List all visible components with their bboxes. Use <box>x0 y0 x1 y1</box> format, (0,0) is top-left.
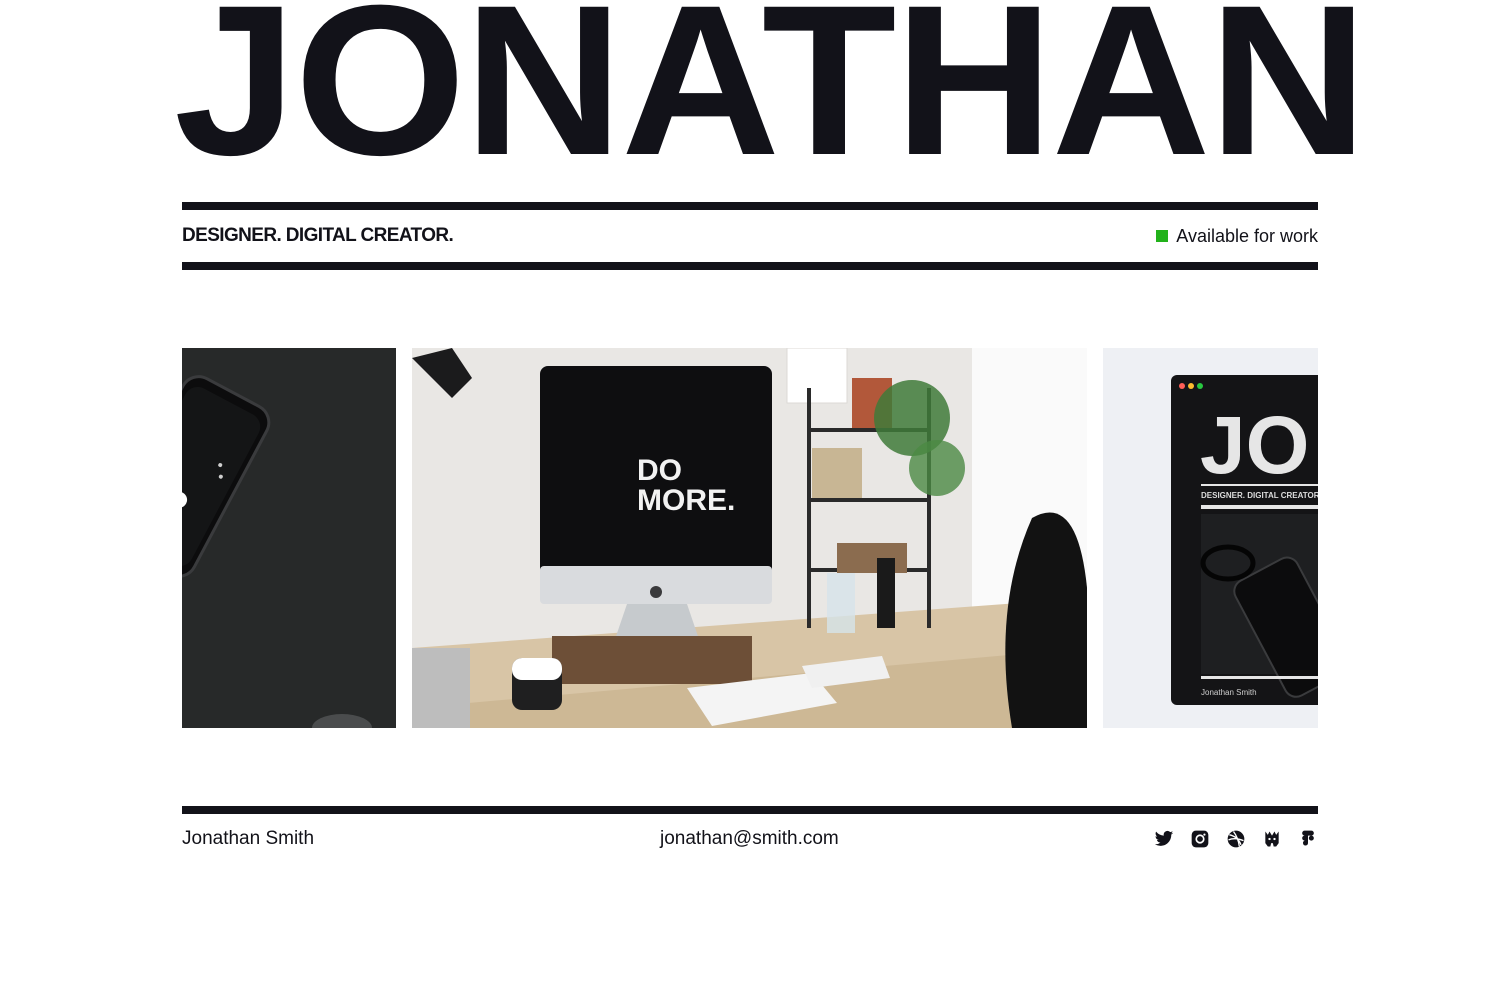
instagram-icon[interactable] <box>1190 829 1210 849</box>
preview-footer-name: Jonathan Smith <box>1201 688 1257 697</box>
figma-icon[interactable] <box>1298 829 1318 849</box>
tagline: DESIGNER. DIGITAL CREATOR. <box>182 225 454 246</box>
footer-name: Jonathan Smith <box>182 828 315 849</box>
monitor-screen-text-1: DO <box>637 454 682 487</box>
dribbble-icon[interactable] <box>1226 829 1246 849</box>
preview-title: JO <box>1200 400 1309 491</box>
footer-rule <box>182 806 1318 814</box>
imac-desk-setup-photo: DO MORE. <box>412 348 1087 728</box>
image-carousel[interactable]: DO MORE. JO DESIGNER. DIGITAL CREATOR. J… <box>182 348 1318 728</box>
gallery-item-phone[interactable] <box>182 348 396 728</box>
hero-name: JONATHAN <box>174 0 1368 200</box>
preview-tagline: DESIGNER. DIGITAL CREATOR. <box>1201 491 1318 500</box>
header-rule-top <box>182 202 1318 210</box>
twitter-icon[interactable] <box>1154 829 1174 849</box>
gallery-item-desk[interactable]: DO MORE. <box>412 348 1087 728</box>
availability-label: Available for work <box>1176 226 1318 246</box>
phone-on-black-desk-photo <box>182 348 396 728</box>
status-indicator-icon <box>1156 230 1169 242</box>
portfolio-site-preview: JO DESIGNER. DIGITAL CREATOR. Jonathan S… <box>1103 348 1318 728</box>
availability-status: Available for work <box>1156 224 1318 248</box>
social-links <box>1154 829 1318 849</box>
header-rule-bottom <box>182 262 1318 270</box>
producthunt-icon[interactable] <box>1262 829 1282 849</box>
email-link[interactable]: jonathan@smith.com <box>660 827 839 851</box>
gallery-item-site-preview[interactable]: JO DESIGNER. DIGITAL CREATOR. Jonathan S… <box>1103 348 1318 728</box>
monitor-screen-text-2: MORE. <box>637 484 735 517</box>
